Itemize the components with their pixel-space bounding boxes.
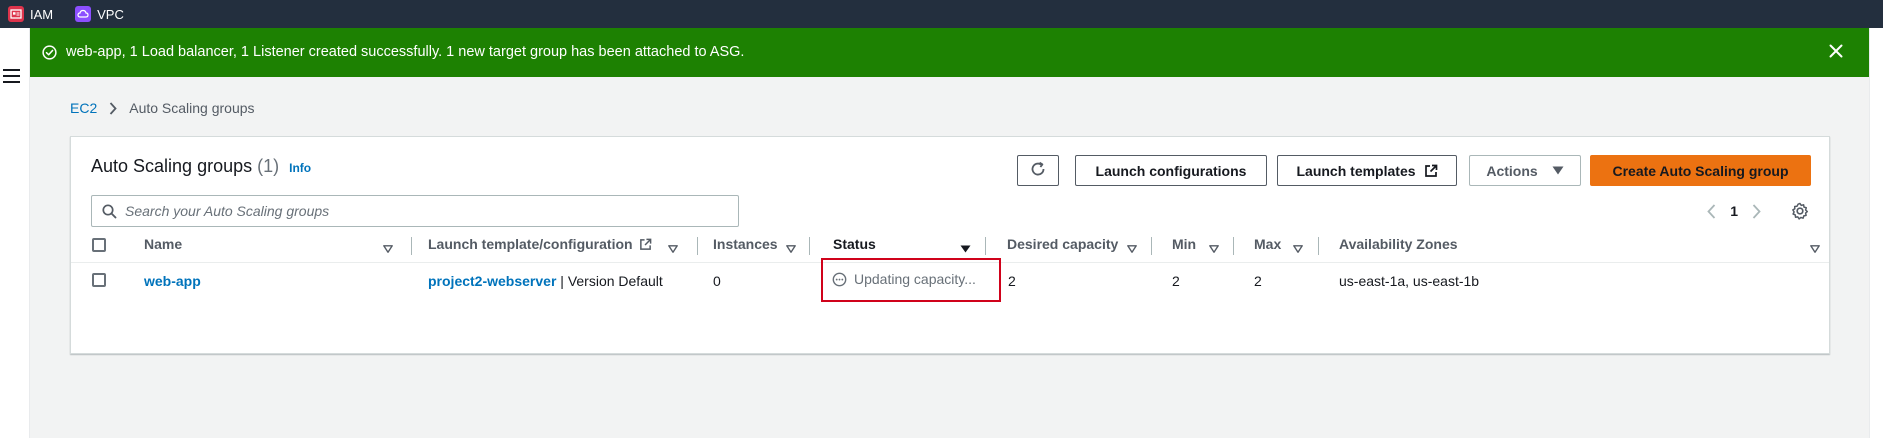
right-tools-strip	[1869, 28, 1883, 438]
row-select-checkbox[interactable]	[92, 273, 106, 287]
highlight-box	[821, 258, 1001, 302]
close-icon[interactable]	[1829, 44, 1843, 62]
column-header-instances[interactable]: Instances	[713, 236, 778, 252]
column-header-min[interactable]: Min	[1172, 236, 1196, 252]
launch-template-link[interactable]: project2-webserver	[428, 273, 556, 289]
caret-down-icon	[1552, 166, 1564, 175]
iam-icon	[8, 6, 24, 22]
chevron-right-icon	[109, 101, 117, 115]
main-content: web-app, 1 Load balancer, 1 Listener cre…	[30, 28, 1869, 438]
max-cell: 2	[1254, 273, 1262, 289]
flashbar-message: web-app, 1 Load balancer, 1 Listener cre…	[66, 44, 745, 60]
side-nav-strip	[0, 28, 30, 438]
column-header-availability-zones[interactable]: Availability Zones	[1339, 236, 1458, 252]
panel-header: Auto Scaling groups (1) Info	[91, 156, 311, 177]
info-link[interactable]: Info	[289, 161, 311, 175]
launch-template-cell: project2-webserver | Version Default	[428, 273, 663, 289]
create-auto-scaling-group-button[interactable]: Create Auto Scaling group	[1590, 155, 1811, 186]
chevron-left-icon[interactable]	[1707, 203, 1716, 219]
page-number[interactable]: 1	[1730, 203, 1738, 219]
chevron-right-icon[interactable]	[1752, 203, 1761, 219]
launch-templates-label: Launch templates	[1296, 162, 1416, 179]
column-header-launch-template[interactable]: Launch template/configuration	[428, 236, 652, 252]
page-title: Auto Scaling groups	[91, 156, 253, 176]
pagination: 1	[1707, 197, 1809, 225]
success-check-icon	[42, 45, 57, 64]
external-link-icon	[1424, 164, 1438, 178]
sort-caret-down-icon[interactable]	[1293, 240, 1303, 258]
min-cell: 2	[1172, 273, 1180, 289]
breadcrumb-current: Auto Scaling groups	[129, 100, 255, 116]
service-favorites-bar: IAM VPC	[0, 0, 1883, 28]
actions-label: Actions	[1486, 162, 1538, 179]
breadcrumb-ec2-link[interactable]: EC2	[70, 100, 97, 116]
asg-name-link[interactable]: web-app	[144, 273, 201, 289]
search-icon	[102, 203, 117, 219]
refresh-icon	[1030, 161, 1046, 180]
column-header-launch-template-label: Launch template/configuration	[428, 236, 633, 252]
sort-caret-down-icon[interactable]	[383, 240, 393, 258]
sort-caret-down-icon[interactable]	[668, 240, 678, 258]
launch-configurations-button[interactable]: Launch configurations	[1075, 155, 1267, 186]
sort-caret-down-icon[interactable]	[1209, 240, 1219, 258]
sort-caret-down-icon[interactable]	[1127, 240, 1137, 258]
launch-configurations-label: Launch configurations	[1095, 162, 1247, 179]
auto-scaling-groups-panel: Auto Scaling groups (1) Info Launch conf…	[70, 136, 1830, 354]
gear-icon[interactable]	[1791, 202, 1809, 220]
column-header-name[interactable]: Name	[144, 236, 182, 252]
sort-caret-down-icon[interactable]	[786, 240, 796, 258]
availability-zones-cell: us-east-1a, us-east-1b	[1339, 273, 1480, 289]
launch-template-version: | Version Default	[560, 273, 663, 289]
select-all-checkbox[interactable]	[92, 238, 106, 252]
sort-caret-filled-down-icon[interactable]	[960, 240, 971, 258]
service-label-iam: IAM	[30, 6, 54, 22]
column-header-max[interactable]: Max	[1254, 236, 1281, 252]
column-header-status[interactable]: Status	[833, 236, 876, 252]
external-link-icon	[639, 238, 652, 251]
service-label-vpc: VPC	[97, 6, 124, 22]
search-box	[91, 195, 739, 227]
column-header-desired-capacity[interactable]: Desired capacity	[1007, 236, 1118, 252]
actions-button[interactable]: Actions	[1469, 155, 1581, 186]
create-button-label: Create Auto Scaling group	[1612, 162, 1789, 179]
desired-capacity-cell: 2	[1008, 273, 1016, 289]
menu-icon[interactable]	[3, 69, 20, 85]
service-shortcut-vpc[interactable]: VPC	[75, 6, 124, 22]
sort-caret-down-icon[interactable]	[1810, 240, 1820, 258]
breadcrumb: EC2 Auto Scaling groups	[70, 100, 255, 116]
instances-cell: 0	[713, 273, 721, 289]
launch-templates-button[interactable]: Launch templates	[1277, 155, 1457, 186]
search-input[interactable]	[125, 203, 715, 219]
refresh-button[interactable]	[1017, 155, 1059, 186]
service-shortcut-iam[interactable]: IAM	[8, 6, 53, 22]
vpc-icon	[75, 6, 92, 22]
item-count: (1)	[257, 156, 280, 176]
success-flashbar: web-app, 1 Load balancer, 1 Listener cre…	[30, 28, 1869, 77]
